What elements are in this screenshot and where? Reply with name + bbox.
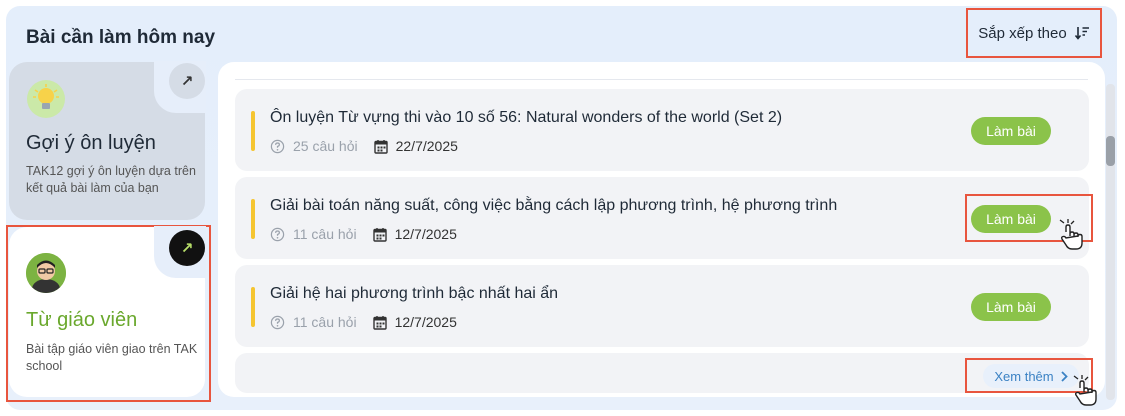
task-date: 22/7/2025 <box>395 138 458 154</box>
question-count: 25 câu hỏi <box>293 138 358 154</box>
task-title[interactable]: Giải bài toán năng suất, công việc bằng … <box>270 197 837 215</box>
task-item[interactable]: Ôn luyện Từ vựng thi vào 10 số 56: Natur… <box>235 89 1089 171</box>
task-item-partial[interactable] <box>235 353 1089 393</box>
calendar-icon <box>372 315 387 330</box>
task-meta: 11 câu hỏi 12/7/2025 <box>270 226 457 242</box>
task-date: 12/7/2025 <box>394 226 457 242</box>
scrollbar-track[interactable] <box>1106 84 1115 400</box>
see-more-button[interactable]: Xem thêm <box>983 364 1079 388</box>
teacher-card[interactable]: ↗ Từ giáo viên Bài tập giáo viên giao tr… <box>9 226 206 397</box>
teacher-card-desc: Bài tập giáo viên giao trên TAK school <box>26 342 198 373</box>
question-circle-icon <box>270 315 285 329</box>
teacher-card-title: Từ giáo viên <box>26 309 138 331</box>
chevron-right-icon <box>1060 370 1068 382</box>
question-count: 11 câu hỏi <box>293 314 357 330</box>
teacher-avatar <box>26 253 66 293</box>
suggest-card-title: Gợi ý ôn luyện <box>26 132 156 154</box>
scrollbar-thumb[interactable] <box>1106 136 1115 166</box>
hand-pointer-icon <box>1059 219 1083 250</box>
task-accent-bar <box>251 111 255 151</box>
sort-icon <box>1074 27 1089 40</box>
task-item[interactable]: Giải hệ hai phương trình bậc nhất hai ẩn… <box>235 265 1089 347</box>
question-circle-icon <box>270 139 285 153</box>
task-item[interactable]: Giải bài toán năng suất, công việc bằng … <box>235 177 1089 259</box>
lightbulb-icon <box>27 80 65 118</box>
task-accent-bar <box>251 287 255 327</box>
suggest-card[interactable]: ↗ Gợi ý ôn luyện TAK12 gợi ý ôn luyện dự… <box>9 61 206 220</box>
calendar-icon <box>373 139 388 154</box>
calendar-icon <box>372 227 387 242</box>
task-date: 12/7/2025 <box>394 314 457 330</box>
sort-button[interactable]: Sắp xếp theo <box>966 8 1102 58</box>
task-meta: 11 câu hỏi 12/7/2025 <box>270 314 457 330</box>
question-circle-icon <box>270 227 285 241</box>
do-task-button[interactable]: Làm bài <box>971 293 1051 321</box>
task-title[interactable]: Giải hệ hai phương trình bậc nhất hai ẩn <box>270 285 558 303</box>
question-count: 11 câu hỏi <box>293 226 357 242</box>
arrow-up-right-icon[interactable]: ↗ <box>169 230 205 266</box>
do-task-button[interactable]: Làm bài <box>971 117 1051 145</box>
task-title[interactable]: Ôn luyện Từ vựng thi vào 10 số 56: Natur… <box>270 109 782 127</box>
panel-title: Bài cần làm hôm nay <box>26 27 216 48</box>
hand-pointer-icon <box>1073 375 1097 406</box>
task-accent-bar <box>251 199 255 239</box>
sort-label: Sắp xếp theo <box>978 24 1067 42</box>
divider <box>235 79 1088 80</box>
see-more-label: Xem thêm <box>994 368 1054 384</box>
task-meta: 25 câu hỏi 22/7/2025 <box>270 138 458 154</box>
suggest-card-desc: TAK12 gợi ý ôn luyện dựa trên kết quả bà… <box>26 164 196 195</box>
arrow-up-right-icon[interactable]: ↗ <box>169 63 205 99</box>
